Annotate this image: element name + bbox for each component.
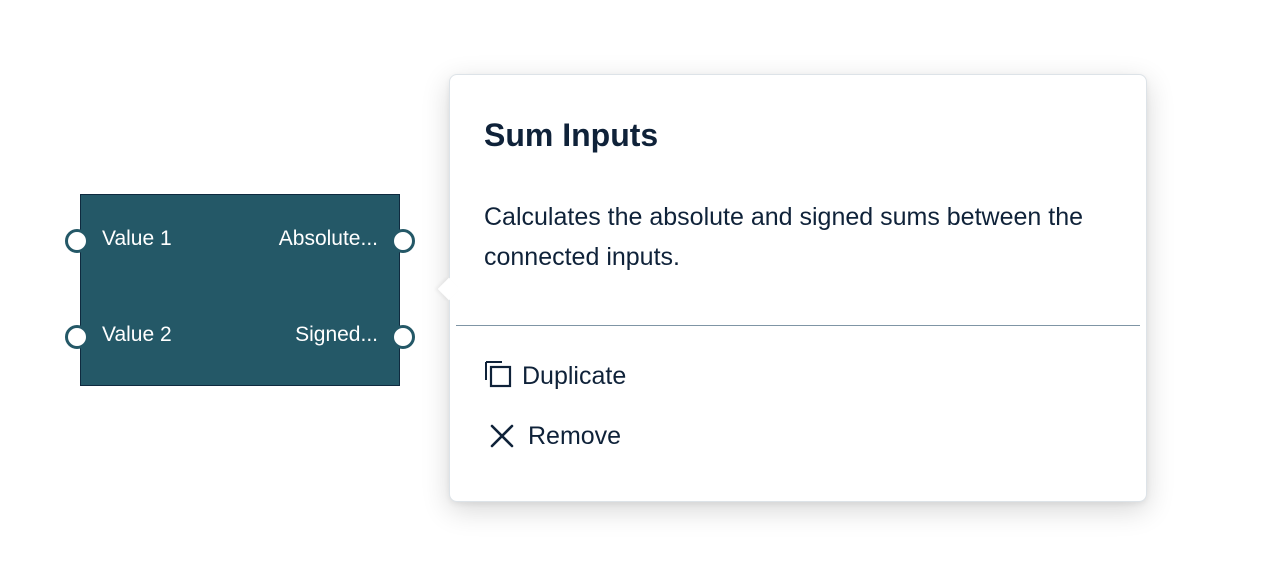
popover-divider	[456, 325, 1140, 326]
output-port-signed[interactable]	[391, 325, 415, 349]
output-label-signed: Signed...	[295, 323, 378, 346]
graph-canvas[interactable]: Value 1 Value 2 Absolute... Signed... Su…	[0, 0, 1280, 578]
popover-title: Sum Inputs	[484, 117, 659, 153]
input-port-value-2[interactable]	[65, 325, 89, 349]
input-label-value-2: Value 2	[102, 323, 172, 346]
remove-button[interactable]: Remove	[484, 421, 621, 451]
duplicate-button[interactable]: Duplicate	[484, 361, 626, 391]
duplicate-icon	[484, 360, 512, 388]
remove-label: Remove	[528, 422, 622, 450]
input-label-value-1: Value 1	[102, 227, 172, 250]
output-port-absolute[interactable]	[391, 229, 415, 253]
input-port-value-1[interactable]	[65, 229, 89, 253]
sum-inputs-node[interactable]: Value 1 Value 2 Absolute... Signed...	[65, 194, 415, 386]
duplicate-label: Duplicate	[522, 362, 627, 390]
popover-arrow	[437, 277, 461, 301]
close-icon	[490, 424, 514, 448]
output-label-absolute: Absolute...	[278, 227, 378, 250]
popover-description: Calculates the absolute and signed sums …	[484, 203, 1083, 271]
node-info-popover: Sum Inputs Calculates the absolute and s…	[437, 74, 1147, 502]
